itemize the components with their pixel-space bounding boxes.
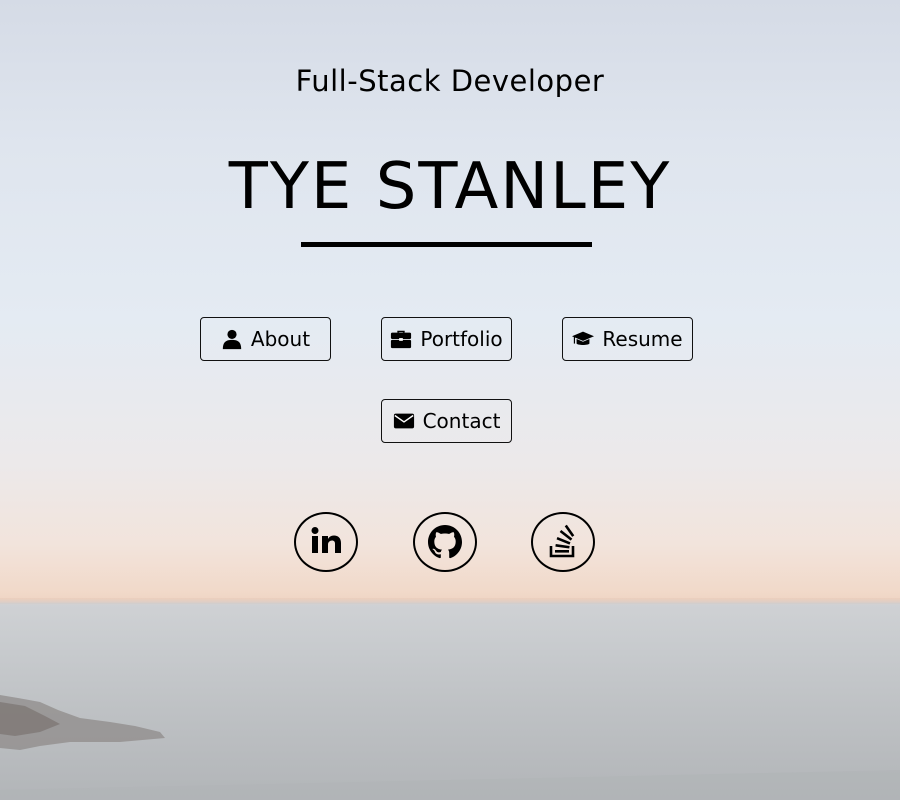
portfolio-label: Portfolio xyxy=(420,327,503,351)
contact-button[interactable]: Contact xyxy=(381,399,512,443)
stackoverflow-icon xyxy=(543,522,583,562)
about-label: About xyxy=(250,327,311,351)
about-button[interactable]: About xyxy=(200,317,331,361)
briefcase-icon xyxy=(390,328,412,350)
envelope-icon xyxy=(393,410,415,432)
linkedin-icon xyxy=(306,522,346,562)
linkedin-link[interactable] xyxy=(294,512,358,572)
contact-label: Contact xyxy=(422,409,501,433)
page-title: TYE STANLEY xyxy=(228,150,672,224)
resume-label: Resume xyxy=(602,327,683,351)
sea-rocks-decoration xyxy=(0,695,900,800)
resume-button[interactable]: Resume xyxy=(562,317,693,361)
github-icon xyxy=(425,522,465,562)
portfolio-button[interactable]: Portfolio xyxy=(381,317,512,361)
graduation-cap-icon xyxy=(572,328,595,350)
stackoverflow-link[interactable] xyxy=(531,512,595,572)
user-icon xyxy=(221,328,243,350)
title-underline xyxy=(301,242,592,247)
job-title: Full-Stack Developer xyxy=(295,64,605,98)
github-link[interactable] xyxy=(413,512,477,572)
